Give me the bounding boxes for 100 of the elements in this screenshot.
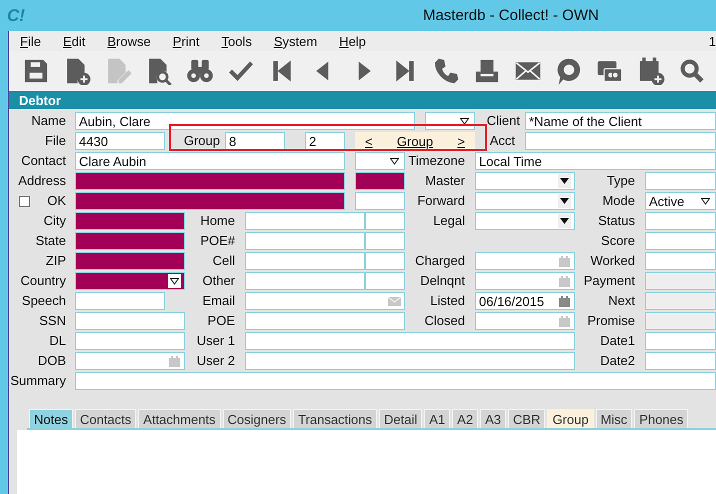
input-field[interactable] <box>365 212 405 230</box>
input-field[interactable] <box>75 332 185 350</box>
input-field[interactable]: Aubin, Clare <box>75 112 415 130</box>
date-field[interactable] <box>475 272 575 290</box>
input-field[interactable] <box>75 312 185 330</box>
save-icon[interactable] <box>22 57 50 85</box>
calendar-add-icon[interactable] <box>637 57 665 85</box>
dropdown-field[interactable] <box>475 212 575 230</box>
input-field[interactable] <box>75 372 716 390</box>
search-icon[interactable] <box>678 57 706 85</box>
checkbox[interactable] <box>19 196 30 206</box>
menu-item[interactable]: Print <box>172 34 200 48</box>
input-field[interactable]: 2 <box>305 132 345 150</box>
tab[interactable]: Contacts <box>74 409 136 428</box>
section-title: Debtor <box>19 92 61 108</box>
dropdown-field[interactable] <box>355 152 405 170</box>
field-label: Legal <box>432 213 465 229</box>
field-label: Type <box>606 173 635 189</box>
date-field[interactable] <box>75 352 185 370</box>
dropdown-field[interactable] <box>475 192 575 210</box>
tab[interactable]: Phones <box>634 409 688 428</box>
input-field[interactable] <box>645 212 716 230</box>
field-label: Status <box>597 213 635 229</box>
input-field[interactable] <box>245 232 365 250</box>
next-link[interactable]: > <box>457 134 465 148</box>
date-field[interactable] <box>475 252 575 270</box>
date-field[interactable] <box>475 312 575 330</box>
input-field[interactable] <box>75 192 345 210</box>
dropdown-arrow-icon[interactable] <box>560 218 569 224</box>
calendar-icon[interactable] <box>169 356 180 366</box>
chat-bubble-icon[interactable] <box>555 57 583 85</box>
dropdown-arrow-icon[interactable] <box>390 158 399 164</box>
field-label: Delnqnt <box>419 273 465 289</box>
binoculars-icon[interactable] <box>186 57 214 85</box>
menu-item[interactable]: Help <box>339 34 366 48</box>
tab[interactable]: Notes <box>29 409 73 428</box>
menu-item[interactable]: Browse <box>107 34 151 48</box>
calendar-icon[interactable] <box>559 296 570 306</box>
input-field[interactable] <box>245 292 405 310</box>
menu-item[interactable]: File <box>20 34 41 48</box>
input-field[interactable] <box>365 252 405 270</box>
input-field[interactable]: Clare Aubin <box>75 152 345 170</box>
date-field[interactable]: 06/16/2015 <box>475 292 575 310</box>
tab[interactable]: Transactions <box>293 409 378 428</box>
input-field[interactable]: Local Time <box>475 152 716 170</box>
menu-item[interactable]: Tools <box>221 34 252 48</box>
input-field[interactable] <box>365 272 405 290</box>
dropdown-arrow-icon[interactable] <box>560 198 569 204</box>
input-field[interactable] <box>525 132 716 150</box>
input-field[interactable] <box>645 352 716 370</box>
input-field[interactable] <box>645 252 716 270</box>
input-field[interactable] <box>645 172 716 190</box>
tab[interactable]: Detail <box>379 409 422 428</box>
calendar-icon[interactable] <box>559 316 570 326</box>
tab[interactable]: Attachments <box>138 409 221 428</box>
input-field[interactable] <box>365 232 405 250</box>
phone-icon[interactable] <box>432 57 460 85</box>
input-field[interactable] <box>245 252 365 270</box>
input-field[interactable] <box>75 172 345 190</box>
tab[interactable]: Group <box>547 409 594 428</box>
menu-item[interactable]: Edit <box>62 34 86 48</box>
input-field[interactable] <box>245 312 405 330</box>
tab[interactable]: CBR <box>508 409 546 428</box>
input-field[interactable] <box>75 292 165 310</box>
group-link[interactable]: Group <box>396 134 434 148</box>
dropdown-arrow-icon[interactable] <box>560 178 569 184</box>
calendar-icon[interactable] <box>559 256 570 266</box>
input-field[interactable] <box>645 332 716 350</box>
dropdown-field[interactable]: Active <box>645 192 716 210</box>
dropdown-field[interactable] <box>475 172 575 190</box>
dropdown-field[interactable] <box>75 272 185 290</box>
tab[interactable]: Cosigners <box>222 409 292 428</box>
previous-link[interactable]: < <box>365 134 373 148</box>
field-label: Master <box>424 173 465 189</box>
input-field[interactable] <box>245 332 575 350</box>
tray-icon[interactable] <box>473 57 501 85</box>
tab[interactable]: A2 <box>452 409 478 428</box>
input-field[interactable]: *Name of the Client <box>525 112 716 130</box>
input-field[interactable] <box>355 172 405 190</box>
input-field[interactable]: 8 <box>225 132 285 150</box>
input-field[interactable] <box>75 252 185 270</box>
menu-item[interactable]: System <box>274 34 318 48</box>
input-field[interactable] <box>245 352 575 370</box>
input-field[interactable] <box>75 212 185 230</box>
calendar-icon[interactable] <box>559 276 570 286</box>
field-label: Home <box>199 213 235 229</box>
tab[interactable]: Misc <box>596 409 632 428</box>
dropdown-arrow-icon[interactable] <box>170 278 179 284</box>
input-field[interactable] <box>245 272 365 290</box>
envelope-icon <box>388 296 401 306</box>
dropdown-arrow-icon[interactable] <box>460 118 469 124</box>
input-field[interactable] <box>75 232 185 250</box>
input-field[interactable]: 4430 <box>75 132 165 150</box>
tab[interactable]: A1 <box>424 409 450 428</box>
tab[interactable]: A3 <box>480 409 506 428</box>
input-field[interactable] <box>245 212 365 230</box>
input-field[interactable] <box>645 232 716 250</box>
dropdown-arrow-icon[interactable] <box>701 198 710 204</box>
field-label: Worked <box>589 253 635 269</box>
input-field[interactable] <box>355 192 405 210</box>
